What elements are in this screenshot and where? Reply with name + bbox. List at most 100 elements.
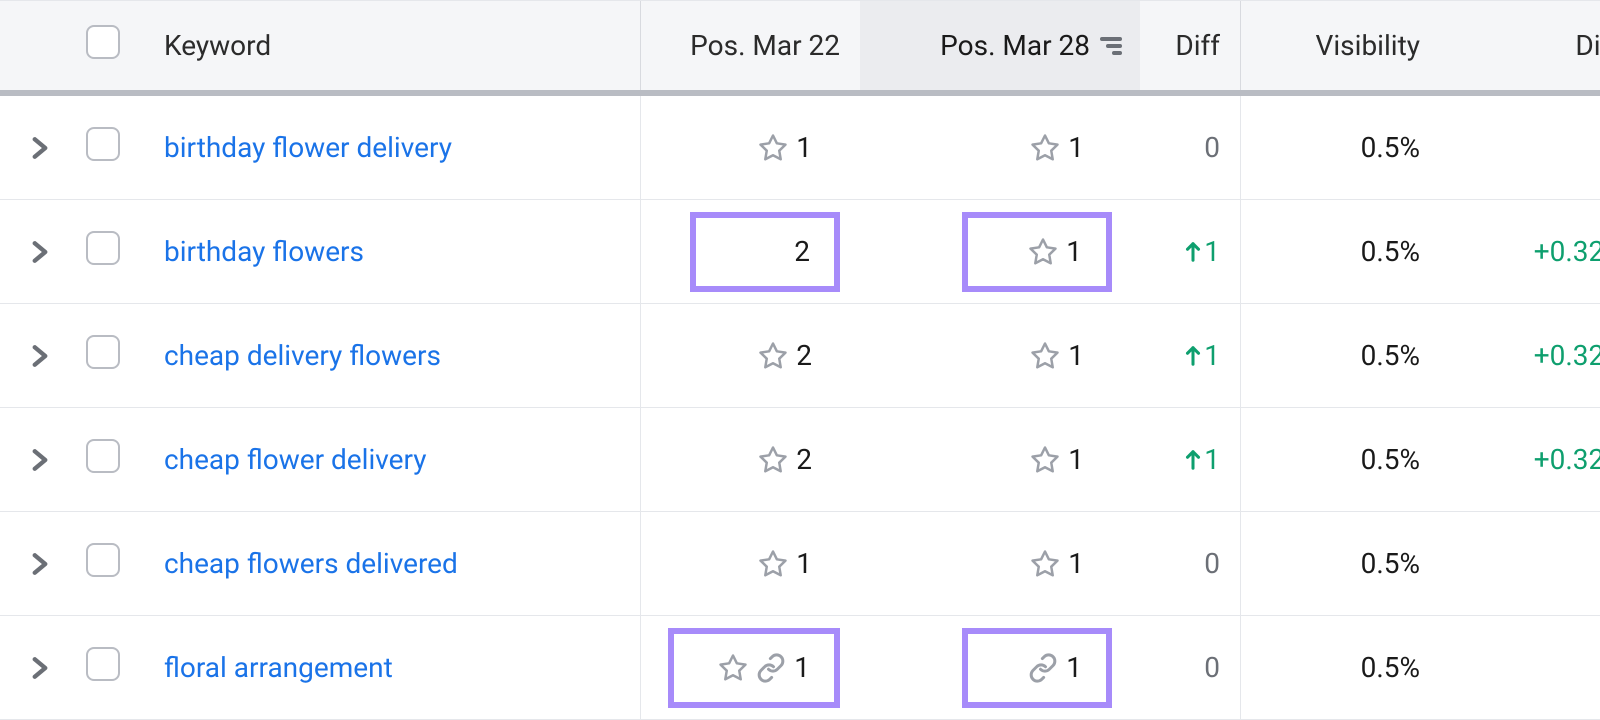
pos2-cell: 1 (1030, 443, 1112, 476)
visibility-cell: 0.5% (1240, 408, 1440, 511)
position-value: 1 (1068, 443, 1084, 476)
row-checkbox-cell (60, 439, 150, 480)
pos1-cell: 1 (668, 628, 840, 708)
column-header-keyword[interactable]: Keyword (150, 29, 640, 62)
keyword-link[interactable]: birthday flowers (150, 235, 640, 268)
diff2-cell: 0 (1440, 651, 1600, 684)
pos2-wrap: 1 (860, 547, 1140, 580)
row-checkbox[interactable] (86, 335, 120, 369)
column-header-diff2[interactable]: Diff (1440, 29, 1600, 62)
pos2-wrap: 1 (860, 212, 1140, 292)
diff1-cell: 1 (1140, 339, 1240, 372)
visibility-cell: 0.5% (1240, 200, 1440, 303)
pos2-cell: 1 (962, 628, 1112, 708)
star-icon (758, 549, 788, 579)
table-row: birthday flower delivery 1 1 00.5%0 (0, 96, 1600, 200)
expand-row-toggle[interactable] (0, 238, 60, 266)
row-checkbox-cell (60, 127, 150, 168)
position-value: 1 (796, 131, 812, 164)
row-checkbox[interactable] (86, 439, 120, 473)
row-checkbox[interactable] (86, 127, 120, 161)
pos2-cell: 1 (1030, 131, 1112, 164)
position-value: 1 (1066, 235, 1082, 268)
pos2-cell: 1 (1030, 547, 1112, 580)
diff2-cell: 0 (1440, 131, 1600, 164)
column-header-pos2[interactable]: Pos. Mar 28 (860, 1, 1140, 90)
row-checkbox-cell (60, 231, 150, 272)
diff1-cell: 0 (1140, 547, 1240, 580)
position-value: 2 (796, 443, 812, 476)
row-checkbox-cell (60, 647, 150, 688)
diff2-cell: +0.328 (1440, 339, 1600, 372)
star-icon (1030, 549, 1060, 579)
star-icon (758, 341, 788, 371)
column-header-visibility[interactable]: Visibility (1240, 1, 1440, 90)
select-all-checkbox[interactable] (86, 25, 120, 59)
pos1-cell: 2 (758, 339, 840, 372)
pos1-cell: 2 (690, 212, 840, 292)
star-icon (758, 133, 788, 163)
star-icon (758, 445, 788, 475)
pos2-wrap: 1 (860, 628, 1140, 708)
position-value: 2 (796, 339, 812, 372)
diff2-cell: +0.328 (1440, 235, 1600, 268)
keyword-link[interactable]: cheap delivery flowers (150, 339, 640, 372)
column-header-pos1[interactable]: Pos. Mar 22 (640, 1, 860, 90)
pos1-cell: 1 (758, 131, 840, 164)
keyword-link[interactable]: cheap flowers delivered (150, 547, 640, 580)
pos1-wrap: 1 (640, 96, 860, 199)
diff2-cell: 0 (1440, 547, 1600, 580)
keyword-link[interactable]: cheap flower delivery (150, 443, 640, 476)
pos1-wrap: 1 (640, 512, 860, 615)
row-checkbox[interactable] (86, 231, 120, 265)
row-checkbox[interactable] (86, 543, 120, 577)
pos2-cell: 1 (1030, 339, 1112, 372)
pos1-wrap: 2 (640, 200, 860, 303)
link-icon (756, 653, 786, 683)
star-icon (718, 653, 748, 683)
star-icon (1028, 237, 1058, 267)
sort-descending-icon (1100, 37, 1122, 55)
keyword-link[interactable]: birthday flower delivery (150, 131, 640, 164)
row-checkbox-cell (60, 335, 150, 376)
expand-row-toggle[interactable] (0, 134, 60, 162)
visibility-cell: 0.5% (1240, 512, 1440, 615)
pos1-wrap: 2 (640, 304, 860, 407)
table-row: cheap flowers delivered1100.5%0 (0, 512, 1600, 616)
link-icon (1028, 653, 1058, 683)
header-checkbox-cell (60, 25, 150, 66)
pos2-cell: 1 (962, 212, 1112, 292)
visibility-cell: 0.5% (1240, 616, 1440, 719)
pos2-wrap: 1 (860, 131, 1140, 164)
pos2-wrap: 1 (860, 443, 1140, 476)
expand-row-toggle[interactable] (0, 342, 60, 370)
table-row: floral arrangement1100.5%0 (0, 616, 1600, 720)
expand-row-toggle[interactable] (0, 654, 60, 682)
star-icon (1030, 445, 1060, 475)
column-header-diff1[interactable]: Diff (1140, 29, 1240, 62)
position-value: 1 (1068, 339, 1084, 372)
pos1-cell: 2 (758, 443, 840, 476)
star-icon (1030, 133, 1060, 163)
pos1-cell: 1 (758, 547, 840, 580)
expand-row-toggle[interactable] (0, 446, 60, 474)
row-checkbox[interactable] (86, 647, 120, 681)
visibility-cell: 0.5% (1240, 96, 1440, 199)
keyword-rankings-table: Keyword Pos. Mar 22 Pos. Mar 28 Diff Vis… (0, 0, 1600, 720)
expand-row-toggle[interactable] (0, 550, 60, 578)
diff1-cell: 0 (1140, 131, 1240, 164)
table-row: cheap delivery flowers2110.5%+0.328 (0, 304, 1600, 408)
star-icon (1030, 341, 1060, 371)
pos1-wrap: 2 (640, 408, 860, 511)
diff1-cell: 1 (1140, 443, 1240, 476)
table-row: birthday flowers2110.5%+0.328 (0, 200, 1600, 304)
row-checkbox-cell (60, 543, 150, 584)
diff2-cell: +0.328 (1440, 443, 1600, 476)
position-value: 1 (1066, 651, 1082, 684)
keyword-link[interactable]: floral arrangement (150, 651, 640, 684)
position-value: 2 (794, 235, 810, 268)
position-value: 1 (1068, 131, 1084, 164)
visibility-cell: 0.5% (1240, 304, 1440, 407)
pos1-wrap: 1 (640, 616, 860, 719)
position-value: 1 (796, 547, 812, 580)
